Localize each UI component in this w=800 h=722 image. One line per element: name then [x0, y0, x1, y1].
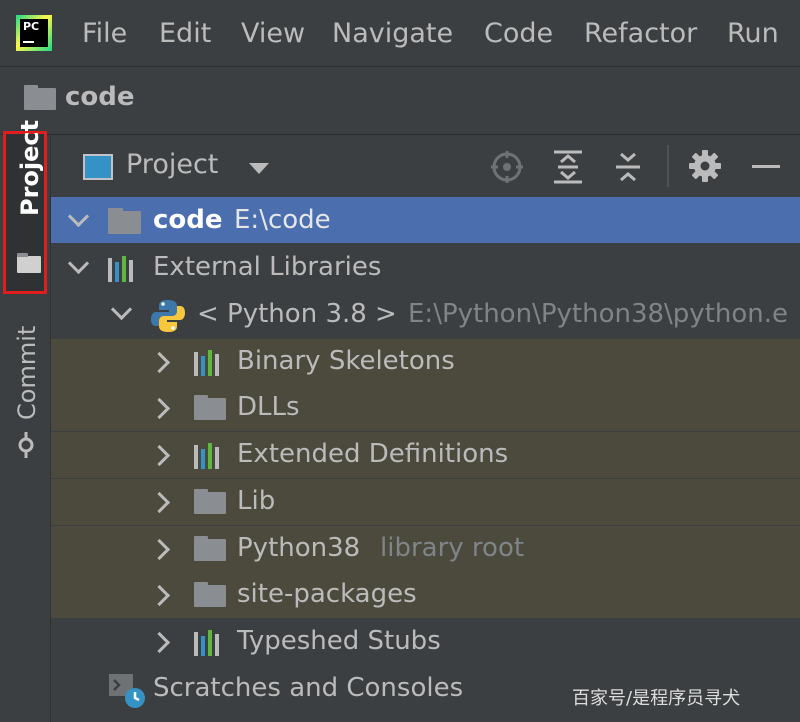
commit-tab-label[interactable]: Commit	[13, 326, 41, 420]
menu-navigate[interactable]: Navigate	[332, 14, 453, 54]
expand-all-icon[interactable]	[552, 150, 584, 184]
tree-item-label: Binary Skeletons	[237, 346, 455, 376]
pycharm-logo-icon[interactable]: PC	[16, 15, 52, 51]
folder-icon	[194, 582, 226, 607]
python-sdk-name: < Python 3.8 >	[197, 299, 397, 329]
project-view-icon	[83, 154, 113, 180]
hide-panel-icon[interactable]	[752, 165, 780, 168]
project-folder-icon	[17, 253, 41, 273]
logo-text: PC	[23, 20, 40, 33]
menu-run[interactable]: Run	[727, 14, 779, 54]
library-root-note: library root	[380, 533, 525, 563]
menu-view[interactable]: View	[241, 14, 305, 54]
root-folder-name: code	[153, 205, 223, 235]
locate-target-icon[interactable]	[490, 150, 524, 184]
tree-item-label: site-packages	[237, 579, 417, 609]
panel-title[interactable]: Project	[126, 149, 218, 180]
scratches-icon	[109, 674, 145, 708]
folder-icon	[194, 489, 226, 514]
watermark: 百家号/是程序员寻犬	[572, 688, 741, 709]
tree-item-label: Typeshed Stubs	[237, 626, 441, 656]
library-icon	[194, 443, 226, 469]
scratches-label: Scratches and Consoles	[153, 673, 464, 703]
chevron-down-icon[interactable]	[249, 163, 269, 174]
project-tool-tab[interactable]: Project	[3, 120, 47, 294]
python-icon	[151, 300, 185, 332]
tree-item-label: Extended Definitions	[237, 439, 509, 469]
tree-item-label: Lib	[237, 486, 276, 516]
breadcrumb-project[interactable]: code	[65, 82, 135, 112]
library-icon	[194, 630, 226, 656]
folder-icon	[194, 536, 226, 561]
commit-icon[interactable]	[13, 432, 39, 458]
menu-code[interactable]: Code	[484, 14, 553, 54]
menu-refactor[interactable]: Refactor	[584, 14, 697, 54]
collapse-all-icon[interactable]	[612, 150, 644, 184]
folder-icon	[24, 85, 56, 110]
project-tab-label: Project	[16, 119, 44, 216]
tree-item-label: DLLs	[237, 392, 300, 422]
menu-bar: PC File Edit View Navigate Code Refactor…	[0, 0, 800, 67]
external-libraries-label: External Libraries	[153, 252, 382, 282]
folder-icon	[194, 395, 226, 420]
python-sdk-path: E:\Python\Python38\python.e	[408, 299, 789, 329]
gear-icon[interactable]	[688, 149, 722, 183]
library-icon	[194, 350, 226, 376]
root-folder-path: E:\code	[234, 205, 331, 235]
folder-icon	[108, 208, 141, 234]
library-icon	[108, 256, 140, 282]
menu-file[interactable]: File	[82, 14, 127, 54]
menu-edit[interactable]: Edit	[159, 14, 211, 54]
tree-item-label: Python38	[237, 533, 361, 563]
toolbar-divider	[667, 145, 669, 187]
